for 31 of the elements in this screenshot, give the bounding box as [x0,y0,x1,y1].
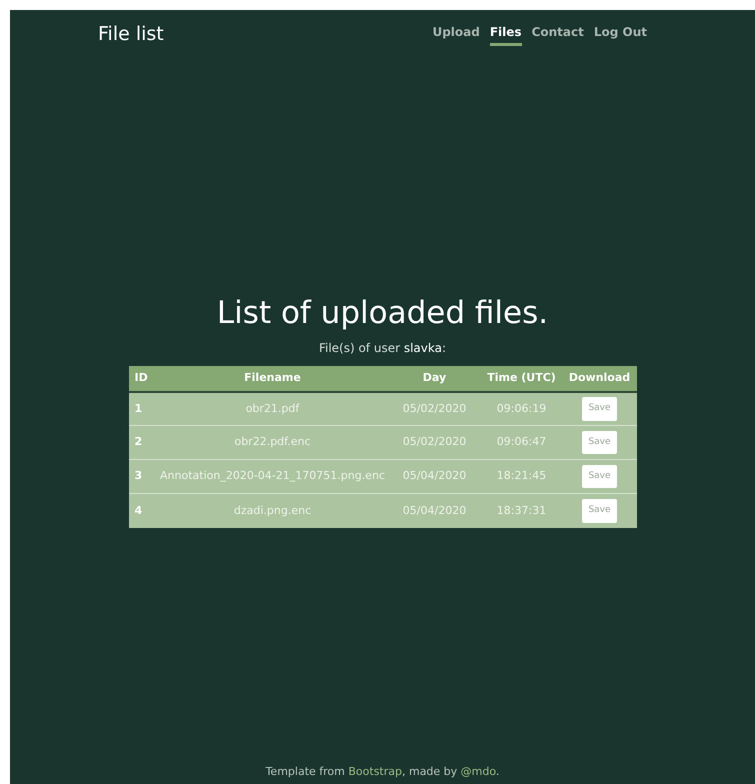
column-header: Time (UTC) [480,366,562,392]
table-cell: 4 [128,494,156,528]
nav-link[interactable]: Log Out [594,22,647,46]
table-cell: 18:21:45 [480,460,562,494]
column-header: Download [562,366,636,392]
table-cell: 05/04/2020 [388,460,480,494]
column-header: ID [128,366,156,392]
author-link[interactable]: @mdo [460,764,496,778]
table-cell: Annotation_2020-04-21_170751.png.enc [156,460,388,494]
column-header: Day [388,366,480,392]
nav-link[interactable]: Upload [432,22,480,46]
subtitle: File(s) of user slavka: [318,340,446,356]
bootstrap-link[interactable]: Bootstrap [348,764,402,778]
table-cell: 3 [128,460,156,494]
table-cell: 09:06:19 [480,392,562,426]
table-cell: 2 [128,426,156,460]
footer-text: Template from Bootstrap, made by @mdo. [264,764,500,780]
table-cell: obr21.pdf [156,392,388,426]
page-heading: List of uploaded files. [216,294,548,332]
column-header: Filename [156,366,388,392]
table-cell: dzadi.png.enc [156,494,388,528]
table-cell: 05/02/2020 [388,392,480,426]
table-cell: 05/04/2020 [388,494,480,528]
nav-link[interactable]: Contact [532,22,584,46]
site-title: File list [98,22,164,47]
table-cell: obr22.pdf.enc [156,426,388,460]
table-cell: 05/02/2020 [388,426,480,460]
table-cell: 18:37:31 [480,494,562,528]
table-cell: 1 [128,392,156,426]
nav-link[interactable]: Files [490,22,522,46]
table-cell: 09:06:47 [480,426,562,460]
